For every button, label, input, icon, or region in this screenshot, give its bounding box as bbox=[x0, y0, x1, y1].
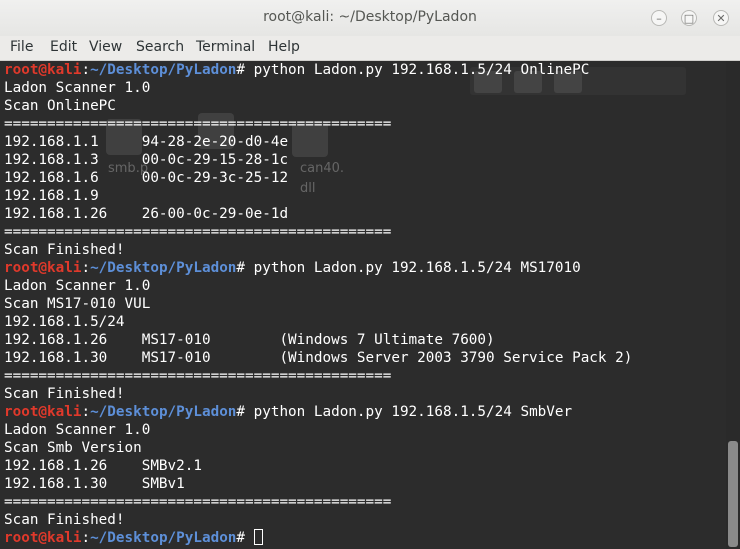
output-line: 192.168.1.3 00-0c-29-15-28-1c bbox=[4, 152, 289, 168]
output-line: Scan Smb Version bbox=[4, 440, 142, 456]
prompt-user: root@kali bbox=[4, 62, 82, 78]
menu-view[interactable]: View bbox=[89, 39, 122, 55]
output-line: 192.168.1.26 SMBv2.1 bbox=[4, 458, 202, 474]
prompt-symbol: # bbox=[236, 530, 254, 546]
prompt-path: ~/Desktop/PyLadon bbox=[90, 62, 237, 78]
output-line: ========================================… bbox=[4, 116, 392, 132]
prompt-symbol: # bbox=[236, 260, 254, 276]
command-line: root@kali:~/Desktop/PyLadon# python Lado… bbox=[4, 259, 632, 277]
prompt-user: root@kali bbox=[4, 404, 82, 420]
prompt-separator: : bbox=[81, 260, 91, 276]
output-line: ========================================… bbox=[4, 368, 392, 384]
output-line: 192.168.1.26 26-00-0c-29-0e-1d bbox=[4, 206, 289, 222]
title-bar[interactable]: root@kali: ~/Desktop/PyLadon – □ ✕ bbox=[0, 0, 740, 37]
output-line: Scan Finished! bbox=[4, 386, 125, 402]
command-text: python Ladon.py 192.168.1.5/24 OnlinePC bbox=[253, 62, 590, 78]
menu-help[interactable]: Help bbox=[268, 39, 300, 55]
command-line: root@kali:~/Desktop/PyLadon# python Lado… bbox=[4, 403, 632, 421]
output-line: Scan Finished! bbox=[4, 512, 125, 528]
output-line: Scan OnlinePC bbox=[4, 98, 116, 114]
menu-terminal[interactable]: Terminal bbox=[196, 39, 255, 55]
prompt-separator: : bbox=[81, 530, 91, 546]
maximize-button[interactable]: □ bbox=[681, 10, 697, 26]
output-line: 192.168.1.1 94-28-2e-20-d0-4e bbox=[4, 134, 289, 150]
output-line: ========================================… bbox=[4, 224, 392, 240]
prompt-symbol: # bbox=[236, 62, 254, 78]
output-line: Scan Finished! bbox=[4, 242, 125, 258]
menu-bar: File Edit View Search Terminal Help bbox=[0, 36, 740, 61]
output-line: Ladon Scanner 1.0 bbox=[4, 80, 151, 96]
prompt-path: ~/Desktop/PyLadon bbox=[90, 260, 237, 276]
menu-search[interactable]: Search bbox=[136, 39, 184, 55]
output-line: 192.168.1.26 MS17-010 (Windows 7 Ultimat… bbox=[4, 332, 495, 348]
output-line: 192.168.1.9 bbox=[4, 188, 99, 204]
output-line: ========================================… bbox=[4, 494, 392, 510]
prompt-symbol: # bbox=[236, 404, 254, 420]
terminal-output-area[interactable]: smb.p can40. dll root@kali:~/Desktop/PyL… bbox=[0, 61, 726, 549]
output-line: Ladon Scanner 1.0 bbox=[4, 278, 151, 294]
close-button[interactable]: ✕ bbox=[713, 10, 729, 26]
minimize-button[interactable]: – bbox=[651, 10, 667, 26]
prompt-path: ~/Desktop/PyLadon bbox=[90, 530, 237, 546]
prompt-separator: : bbox=[81, 404, 91, 420]
menu-edit[interactable]: Edit bbox=[50, 39, 77, 55]
command-line: root@kali:~/Desktop/PyLadon# bbox=[4, 529, 632, 547]
command-text: python Ladon.py 192.168.1.5/24 SmbVer bbox=[253, 404, 573, 420]
text-cursor bbox=[253, 529, 263, 545]
prompt-user: root@kali bbox=[4, 530, 82, 546]
prompt-path: ~/Desktop/PyLadon bbox=[90, 404, 237, 420]
prompt-separator: : bbox=[81, 62, 91, 78]
output-line: 192.168.1.30 SMBv1 bbox=[4, 476, 185, 492]
menu-file[interactable]: File bbox=[10, 39, 33, 55]
output-line: 192.168.1.5/24 bbox=[4, 314, 125, 330]
terminal-lines: root@kali:~/Desktop/PyLadon# python Lado… bbox=[4, 61, 632, 547]
output-line: 192.168.1.6 00-0c-29-3c-25-12 bbox=[4, 170, 289, 186]
command-line: root@kali:~/Desktop/PyLadon# python Lado… bbox=[4, 61, 632, 79]
terminal-scrollbar[interactable] bbox=[726, 61, 740, 549]
scrollbar-thumb[interactable] bbox=[728, 441, 738, 547]
output-line: 192.168.1.30 MS17-010 (Windows Server 20… bbox=[4, 350, 633, 366]
prompt-user: root@kali bbox=[4, 260, 82, 276]
command-text: python Ladon.py 192.168.1.5/24 MS17010 bbox=[253, 260, 581, 276]
window-title: root@kali: ~/Desktop/PyLadon bbox=[263, 9, 477, 25]
output-line: Ladon Scanner 1.0 bbox=[4, 422, 151, 438]
output-line: Scan MS17-010 VUL bbox=[4, 296, 151, 312]
